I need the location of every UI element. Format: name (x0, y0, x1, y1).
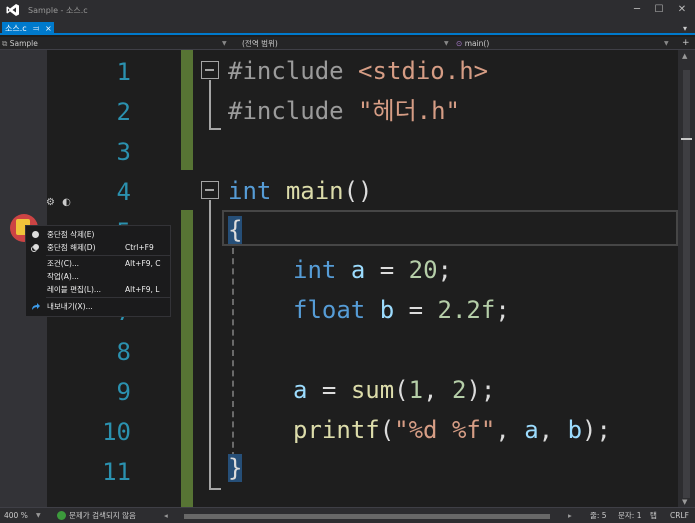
code-line-4[interactable]: int main() (228, 171, 373, 211)
change-bar (181, 50, 193, 170)
menu-label: 내보내기(X)... (47, 302, 93, 311)
chevron-down-icon[interactable]: ▼ (36, 510, 41, 522)
menu-label: 조건(C)... (47, 259, 80, 268)
menu-separator (46, 255, 170, 256)
gear-icon[interactable]: ⚙ (46, 197, 55, 208)
issues-status[interactable]: 문제가 검색되지 않음 (69, 510, 136, 522)
menu-shortcut: Alt+F9, C (125, 259, 161, 268)
breakpoint-context-menu: 중단점 삭제(E) 중단점 해제(D) Ctrl+F9 조건(C)... Alt… (25, 225, 171, 317)
menu-item-disable-breakpoint[interactable]: 중단점 해제(D) Ctrl+F9 (26, 241, 172, 254)
zoom-level[interactable]: 400 % (4, 510, 28, 522)
code-line-5[interactable]: { (228, 210, 243, 250)
disable-breakpoint-icon (31, 244, 39, 252)
window-title: Sample - 소스.c (28, 6, 88, 15)
export-arrow-icon (32, 303, 40, 310)
check-circle-icon (57, 511, 66, 520)
scroll-up-icon[interactable]: ▲ (682, 52, 687, 60)
chevron-down-icon[interactable]: ▼ (444, 37, 449, 50)
column-indicator: 문자: 1 (618, 511, 642, 520)
function-dropdown[interactable]: ⊙ main() (456, 37, 489, 50)
chevron-down-icon[interactable]: ▼ (222, 37, 227, 50)
menu-item-edit-labels[interactable]: 레이블 편집(L)... Alt+F9, L (26, 283, 172, 296)
vertical-scrollbar[interactable]: ▲ ▼ (678, 50, 695, 507)
line-number: 9 (116, 378, 131, 406)
menu-item-conditions[interactable]: 조건(C)... Alt+F9, C (26, 257, 172, 270)
horizontal-scrollbar[interactable] (174, 512, 560, 520)
project-dropdown[interactable]: ⧉ Sample (2, 37, 38, 50)
code-line-7[interactable]: float b = 2.2f; (293, 290, 510, 330)
code-line-1[interactable]: #include <stdio.h> (228, 51, 488, 91)
indent-mode[interactable]: 탭 (650, 510, 657, 522)
horizontal-scrollbar-thumb[interactable] (184, 514, 550, 519)
tab-label: 소스.c (5, 24, 27, 33)
menu-label: 작업(A)... (47, 272, 79, 281)
line-number: 3 (116, 138, 131, 166)
menu-label: 중단점 삭제(E) (47, 230, 95, 239)
scrollbar-thumb[interactable] (683, 70, 690, 498)
breakpoint-toolbar: ⚙ ◐ (46, 197, 76, 211)
visual-studio-logo-icon (6, 4, 19, 16)
caret-position-marker (681, 138, 692, 140)
line-indicator: 줄: 5 (590, 511, 607, 520)
minimize-button[interactable]: ─ (627, 2, 647, 18)
menu-item-export[interactable]: 내보내기(X)... (26, 300, 172, 313)
tab-close-icon[interactable]: × (45, 22, 52, 35)
project-label: Sample (9, 39, 38, 48)
outline-guide (209, 200, 211, 490)
status-bar: 400 % ▼ 문제가 검색되지 않음 ◂ ▸ 줄: 5 문자: 1 탭 CRL… (0, 507, 695, 523)
menu-item-actions[interactable]: 작업(A)... (26, 270, 172, 283)
function-label: main() (464, 39, 490, 48)
line-number: 10 (102, 418, 131, 446)
code-line-11[interactable]: } (228, 448, 243, 488)
chevron-down-icon[interactable]: ▼ (664, 37, 669, 50)
breakpoint-dot-icon (32, 231, 39, 238)
scroll-left-icon[interactable]: ◂ (164, 510, 168, 522)
line-number: 11 (102, 458, 131, 486)
scroll-down-icon[interactable]: ▼ (682, 498, 687, 506)
split-icon[interactable]: + (682, 37, 690, 50)
line-ending[interactable]: CRLF (670, 510, 689, 522)
line-number: 8 (116, 338, 131, 366)
title-bar: Sample - 소스.c ─ ☐ ✕ (0, 0, 695, 22)
menu-separator (46, 297, 170, 298)
code-line-9[interactable]: a = sum(1, 2); (293, 370, 495, 410)
navigation-bar: ⧉ Sample ▼ (전역 범위) ▼ ⊙ main() ▼ + (0, 37, 695, 50)
project-icon: ⧉ (2, 39, 8, 48)
toggle-breakpoint-icon[interactable]: ◐ (62, 197, 71, 208)
change-bar (181, 210, 193, 507)
line-number: 1 (116, 58, 131, 86)
outline-guide (209, 80, 211, 130)
maximize-button[interactable]: ☐ (649, 2, 669, 18)
code-line-2[interactable]: #include "헤더.h" (228, 91, 460, 131)
menu-label: 레이블 편집(L)... (47, 285, 102, 294)
menu-label: 중단점 해제(D) (47, 243, 96, 252)
line-number: 4 (116, 178, 131, 206)
line-number: 2 (116, 98, 131, 126)
tab-source-c[interactable]: 소스.c ⫤ × (2, 22, 54, 35)
outline-guide (209, 128, 221, 130)
menu-shortcut: Alt+F9, L (125, 285, 160, 294)
indent-guide (232, 248, 234, 458)
pin-icon[interactable]: ⫤ (33, 22, 39, 35)
collapse-icon[interactable] (201, 61, 219, 79)
outline-guide (209, 488, 221, 490)
code-line-10[interactable]: printf("%d %f", a, b); (293, 410, 611, 450)
scope-dropdown[interactable]: (전역 범위) (242, 37, 278, 50)
menu-item-delete-breakpoint[interactable]: 중단점 삭제(E) (26, 228, 172, 241)
code-line-6[interactable]: int a = 20; (293, 250, 452, 290)
scroll-right-icon[interactable]: ▸ (568, 510, 572, 522)
menu-shortcut: Ctrl+F9 (125, 243, 154, 252)
document-tab-bar: 소스.c ⫤ × ▾ (0, 22, 695, 35)
function-icon: ⊙ (456, 39, 463, 48)
code-editor[interactable]: 1 2 3 4 5 6 7 8 9 10 11 #include <stdio.… (0, 50, 678, 507)
collapse-icon[interactable] (201, 181, 219, 199)
tab-dropdown-icon[interactable]: ▾ (683, 22, 687, 35)
current-line-highlight (222, 210, 678, 246)
close-button[interactable]: ✕ (672, 2, 692, 18)
